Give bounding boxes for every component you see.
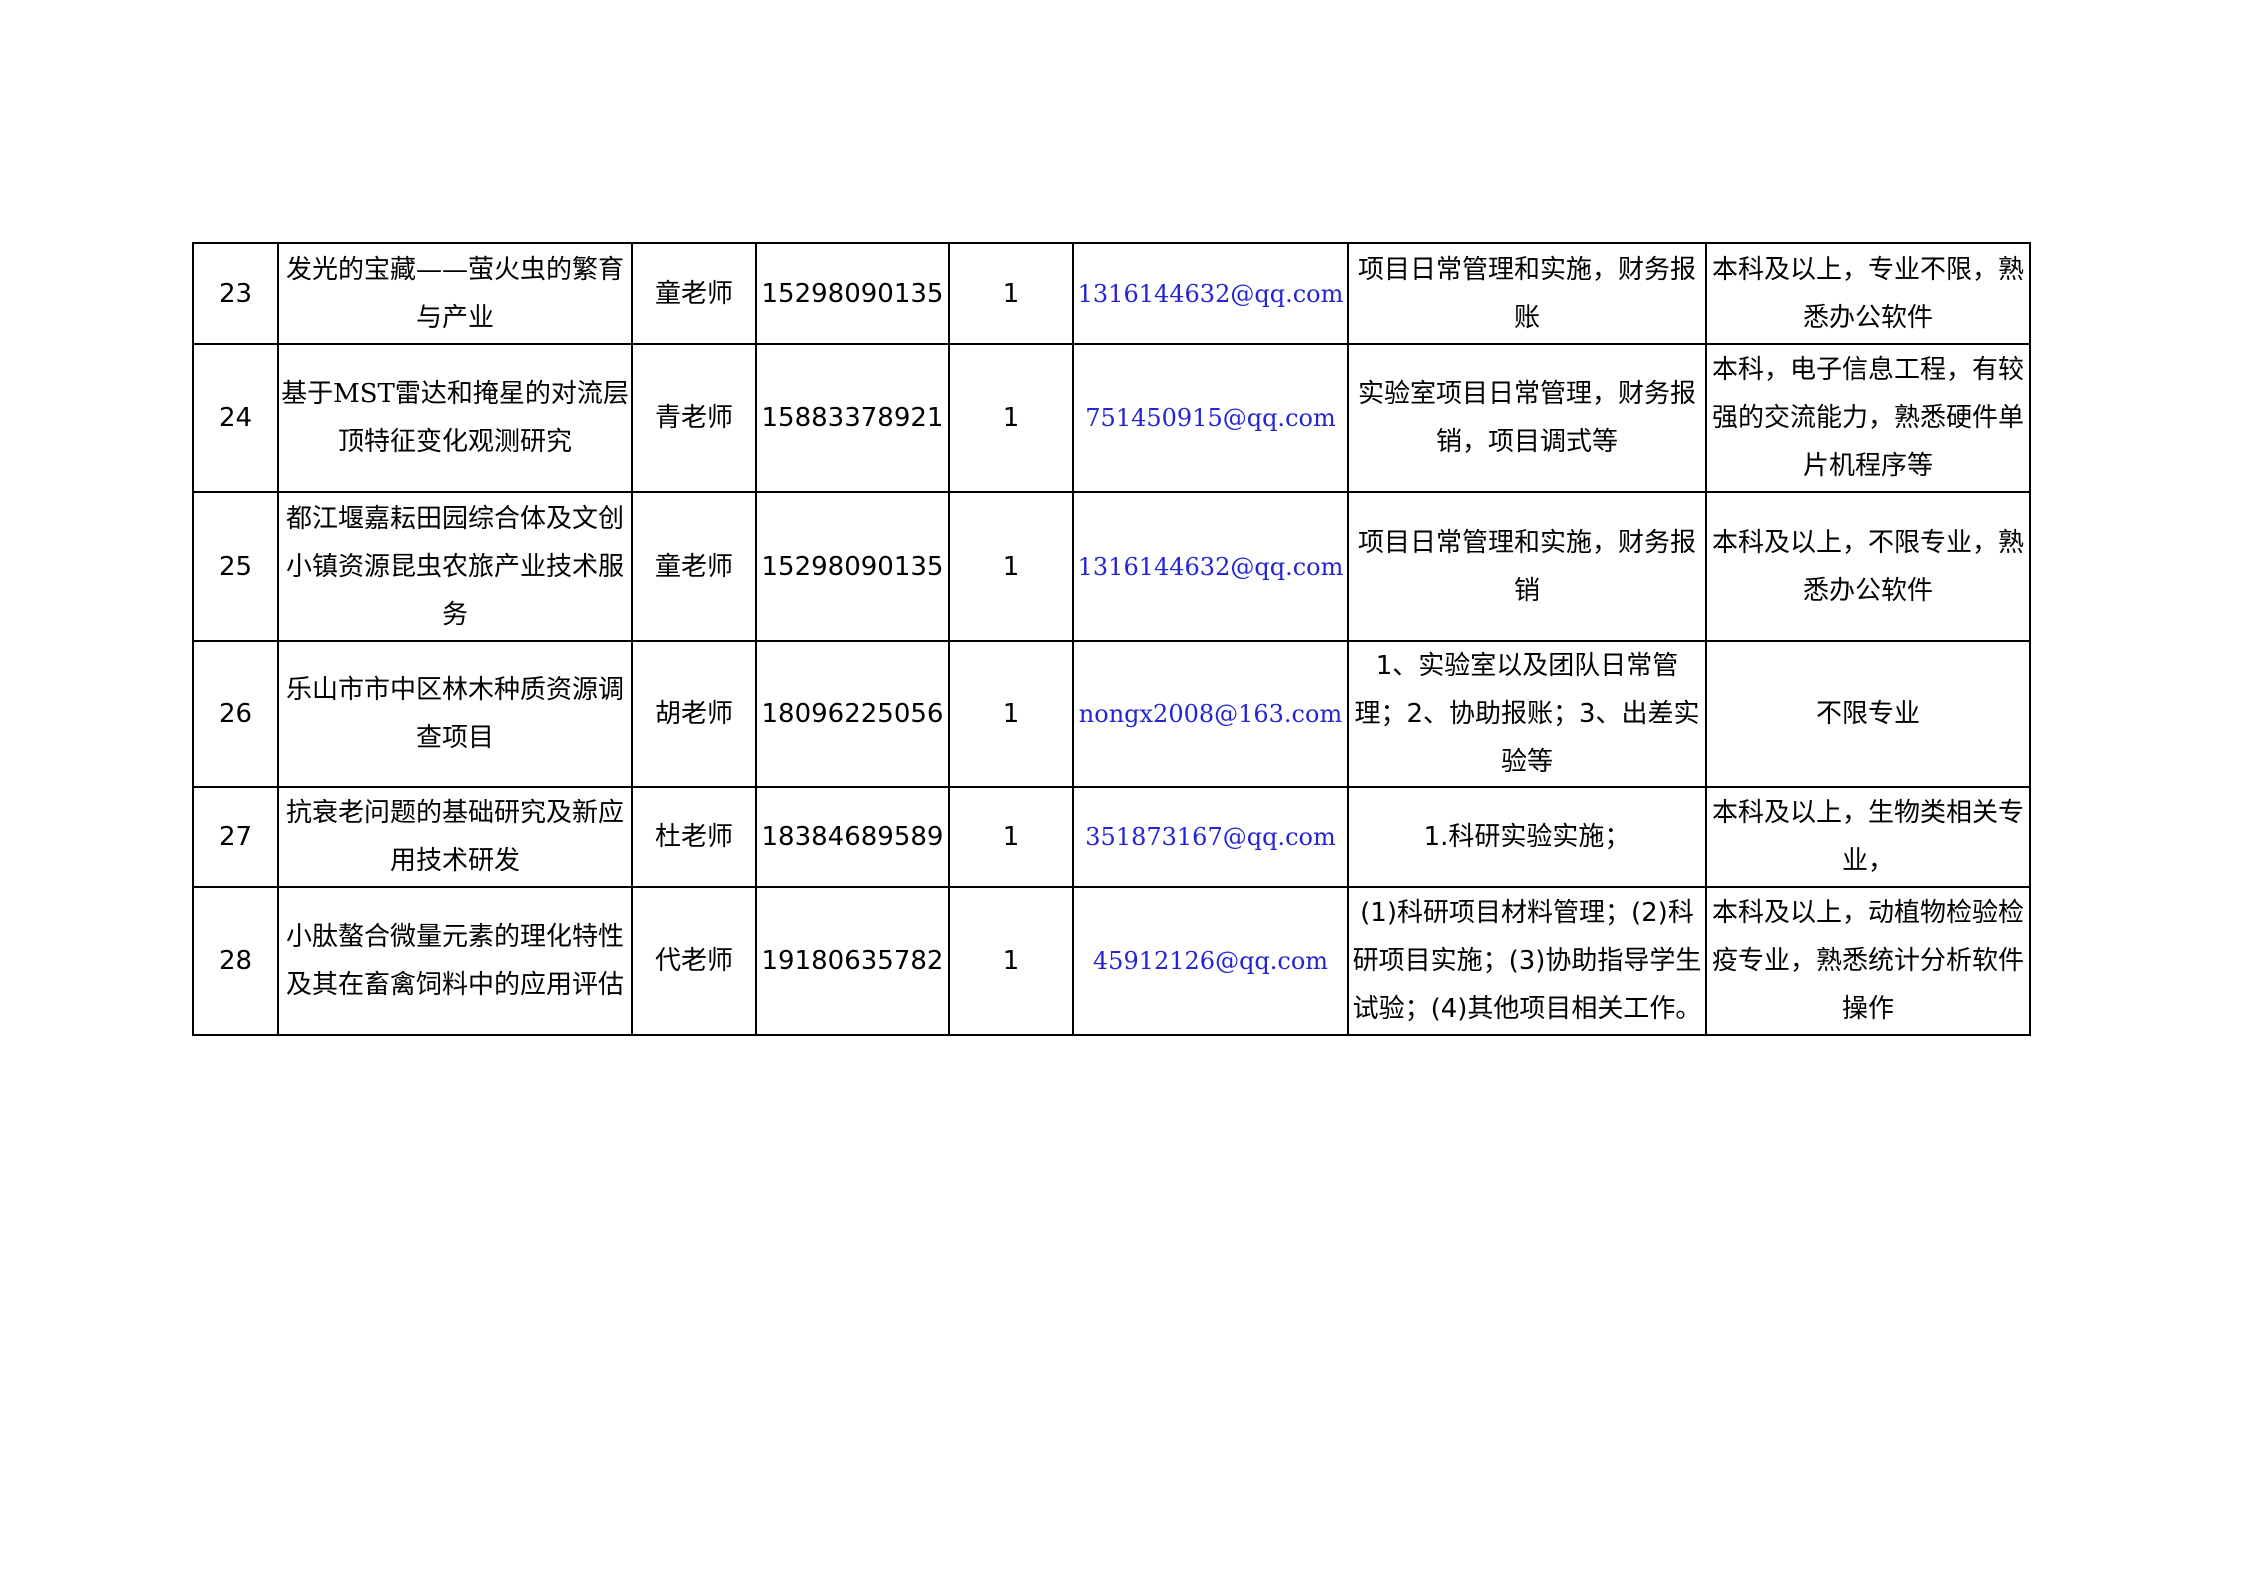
position-count: 1 <box>948 640 1074 788</box>
table-row: 26 乐山市市中区林木种质资源调查项目 胡老师 18096225056 1 no… <box>192 640 2031 788</box>
teacher-name: 杜老师 <box>631 786 757 888</box>
phone-number: 18096225056 <box>755 640 950 788</box>
phone-number: 15298090135 <box>755 242 950 345</box>
table-row: 23 发光的宝藏——萤火虫的繁育与产业 童老师 15298090135 1 13… <box>192 242 2031 345</box>
position-count: 1 <box>948 343 1074 493</box>
job-duties: 1、实验室以及团队日常管理；2、协助报账；3、出差实验等 <box>1347 640 1707 788</box>
teacher-name: 胡老师 <box>631 640 757 788</box>
job-requirements: 不限专业 <box>1705 640 2031 788</box>
row-number: 25 <box>192 491 279 642</box>
row-number: 27 <box>192 786 279 888</box>
teacher-name: 童老师 <box>631 242 757 345</box>
teacher-name: 代老师 <box>631 886 757 1036</box>
email-link[interactable]: 1316144632@qq.com <box>1072 242 1349 345</box>
project-name: 小肽螯合微量元素的理化特性及其在畜禽饲料中的应用评估 <box>277 886 633 1036</box>
project-name: 基于MST雷达和掩星的对流层顶特征变化观测研究 <box>277 343 633 493</box>
row-number: 28 <box>192 886 279 1036</box>
project-name: 乐山市市中区林木种质资源调查项目 <box>277 640 633 788</box>
job-requirements: 本科及以上，不限专业，熟悉办公软件 <box>1705 491 2031 642</box>
teacher-name: 青老师 <box>631 343 757 493</box>
row-number: 24 <box>192 343 279 493</box>
project-name: 发光的宝藏——萤火虫的繁育与产业 <box>277 242 633 345</box>
teacher-name: 童老师 <box>631 491 757 642</box>
job-duties: (1)科研项目材料管理；(2)科研项目实施；(3)协助指导学生试验；(4)其他项… <box>1347 886 1707 1036</box>
email-link[interactable]: nongx2008@163.com <box>1072 640 1349 788</box>
project-name: 抗衰老问题的基础研究及新应用技术研发 <box>277 786 633 888</box>
email-link[interactable]: 1316144632@qq.com <box>1072 491 1349 642</box>
job-requirements: 本科及以上，生物类相关专业， <box>1705 786 2031 888</box>
job-requirements: 本科及以上，专业不限，熟悉办公软件 <box>1705 242 2031 345</box>
phone-number: 19180635782 <box>755 886 950 1036</box>
phone-number: 15298090135 <box>755 491 950 642</box>
email-link[interactable]: 45912126@qq.com <box>1072 886 1349 1036</box>
row-number: 23 <box>192 242 279 345</box>
position-count: 1 <box>948 242 1074 345</box>
row-number: 26 <box>192 640 279 788</box>
phone-number: 18384689589 <box>755 786 950 888</box>
position-count: 1 <box>948 491 1074 642</box>
table-row: 27 抗衰老问题的基础研究及新应用技术研发 杜老师 18384689589 1 … <box>192 786 2031 888</box>
job-duties: 项目日常管理和实施，财务报账 <box>1347 242 1707 345</box>
email-link[interactable]: 751450915@qq.com <box>1072 343 1349 493</box>
phone-number: 15883378921 <box>755 343 950 493</box>
job-duties: 项目日常管理和实施，财务报销 <box>1347 491 1707 642</box>
job-duties: 1.科研实验实施； <box>1347 786 1707 888</box>
recruitment-table: 23 发光的宝藏——萤火虫的繁育与产业 童老师 15298090135 1 13… <box>192 242 2031 1036</box>
table-row: 28 小肽螯合微量元素的理化特性及其在畜禽饲料中的应用评估 代老师 191806… <box>192 886 2031 1036</box>
job-duties: 实验室项目日常管理，财务报销，项目调式等 <box>1347 343 1707 493</box>
position-count: 1 <box>948 786 1074 888</box>
table-row: 24 基于MST雷达和掩星的对流层顶特征变化观测研究 青老师 158833789… <box>192 343 2031 493</box>
table-row: 25 都江堰嘉耘田园综合体及文创小镇资源昆虫农旅产业技术服务 童老师 15298… <box>192 491 2031 642</box>
position-count: 1 <box>948 886 1074 1036</box>
email-link[interactable]: 351873167@qq.com <box>1072 786 1349 888</box>
job-requirements: 本科，电子信息工程，有较强的交流能力，熟悉硬件单片机程序等 <box>1705 343 2031 493</box>
project-name: 都江堰嘉耘田园综合体及文创小镇资源昆虫农旅产业技术服务 <box>277 491 633 642</box>
job-requirements: 本科及以上，动植物检验检疫专业，熟悉统计分析软件操作 <box>1705 886 2031 1036</box>
